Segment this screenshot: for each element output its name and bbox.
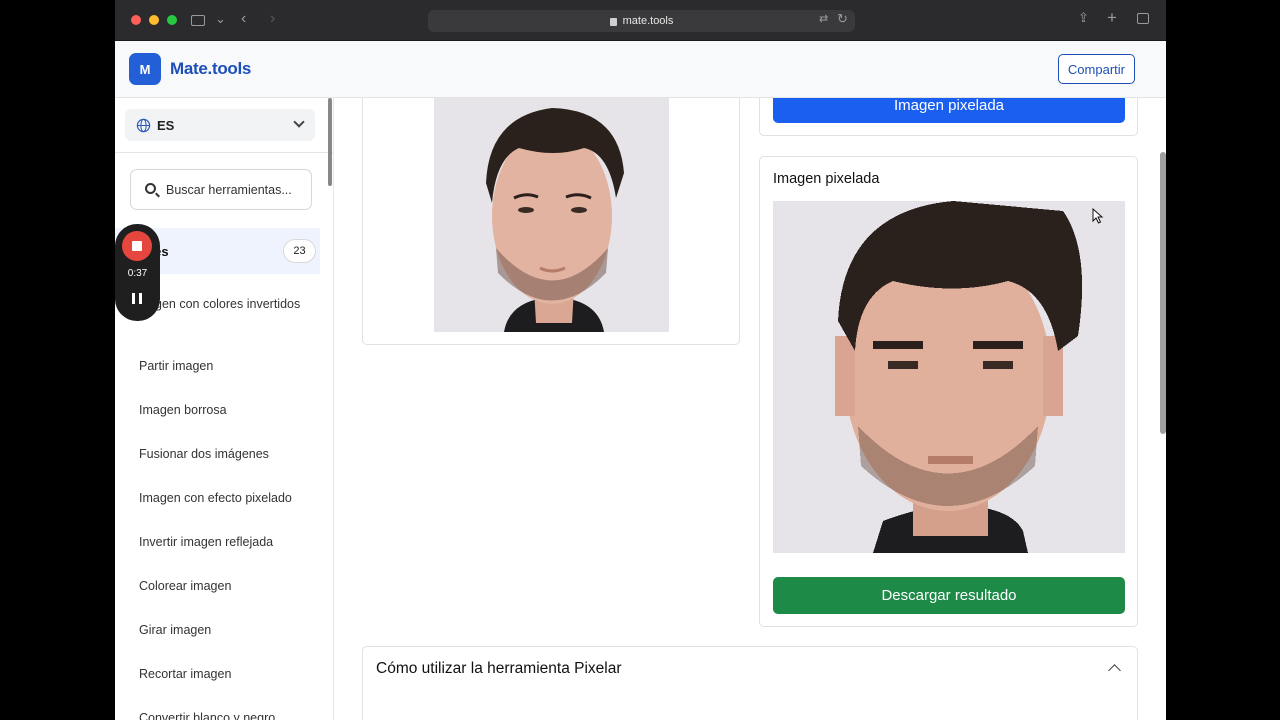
new-tab-icon[interactable]: + (1107, 8, 1117, 28)
portrait-illustration (434, 98, 669, 332)
sidebar-item-pixelate[interactable]: Imagen con efecto pixelado (139, 489, 309, 508)
download-result-button[interactable]: Descargar resultado (773, 577, 1125, 614)
forward-icon[interactable]: › (270, 10, 275, 28)
language-label: ES (157, 117, 175, 133)
address-bar[interactable]: mate.tools (428, 10, 855, 32)
chevron-down-icon[interactable]: ⌄ (215, 11, 226, 27)
pixelated-image (773, 201, 1125, 553)
category-count-badge: 23 (283, 239, 316, 263)
sidebar-item-inverted-colors[interactable]: gen con colores invertidos (139, 295, 309, 314)
window-controls (131, 15, 177, 25)
main-content: Imagen pixelada Imagen pixelada Descarga… (334, 98, 1166, 720)
chevron-up-icon[interactable] (1108, 664, 1121, 677)
chevron-down-icon (293, 116, 305, 128)
sidebar-item-label: gen con colores invertidos (155, 297, 301, 311)
logo[interactable]: M (129, 53, 161, 85)
sidebar-item-crop[interactable]: Recortar imagen (139, 665, 309, 684)
pixelated-portrait (773, 201, 1125, 553)
pixelate-button[interactable]: Imagen pixelada (773, 98, 1125, 123)
lock-icon (609, 18, 617, 26)
sidebar-item-black-white[interactable]: Convertir blanco y negro (139, 709, 309, 720)
result-title: Imagen pixelada (773, 171, 880, 187)
sidebar-item-mirror[interactable]: Invertir imagen reflejada (139, 533, 309, 552)
share-button[interactable]: Compartir (1057, 54, 1135, 84)
reload-icon[interactable]: ↻ (837, 11, 848, 27)
tab-overview-icon[interactable] (1137, 13, 1149, 24)
minimize-window-button[interactable] (149, 15, 159, 25)
original-image-card (362, 98, 740, 345)
sidebar-item-split-image[interactable]: Partir imagen (139, 357, 309, 376)
stop-recording-button[interactable] (122, 231, 152, 261)
sidebar-item-blur-image[interactable]: Imagen borrosa (139, 401, 309, 420)
howto-accordion[interactable]: Cómo utilizar la herramienta Pixelar (362, 646, 1138, 720)
url-text: mate.tools (622, 15, 674, 27)
browser-window: ⌄ ‹ › mate.tools ⇄ ↻ ⇪ + M Mate.tools Co… (115, 0, 1166, 720)
recording-time: 0:37 (127, 268, 148, 279)
zoom-window-button[interactable] (167, 15, 177, 25)
sidebar-item-merge-images[interactable]: Fusionar dos imágenes (139, 445, 309, 464)
screen-recording-control: 0:37 (115, 224, 160, 321)
browser-toolbar: ⌄ ‹ › mate.tools ⇄ ↻ ⇪ + (115, 0, 1166, 41)
language-selector[interactable]: ES (125, 109, 315, 141)
divider (115, 152, 333, 153)
sidebar-item-colorize[interactable]: Colorear imagen (139, 577, 309, 596)
site-header: M Mate.tools Compartir (115, 41, 1166, 98)
globe-icon (136, 118, 151, 132)
search-placeholder: Buscar herramientas... (166, 182, 292, 197)
sidebar-toggle-icon[interactable] (191, 15, 205, 26)
sidebar: ES Buscar herramientas... enes 23 gen co… (115, 98, 334, 720)
sidebar-scrollbar[interactable] (328, 98, 332, 186)
back-icon[interactable]: ‹ (241, 10, 246, 28)
pause-icon[interactable] (132, 293, 142, 304)
close-window-button[interactable] (131, 15, 141, 25)
sidebar-item-rotate[interactable]: Girar imagen (139, 621, 309, 640)
original-image (434, 98, 669, 332)
page-scrollbar[interactable] (1160, 152, 1166, 434)
translate-icon[interactable]: ⇄ (819, 12, 828, 25)
settings-card: Imagen pixelada (759, 98, 1138, 136)
search-input[interactable]: Buscar herramientas... (130, 169, 312, 210)
howto-title: Cómo utilizar la herramienta Pixelar (376, 660, 622, 677)
search-icon (145, 183, 156, 194)
share-icon[interactable]: ⇪ (1078, 10, 1089, 26)
cursor-icon (1092, 208, 1104, 224)
brand-name[interactable]: Mate.tools (170, 59, 251, 79)
result-card: Imagen pixelada Descargar resultado (759, 156, 1138, 627)
